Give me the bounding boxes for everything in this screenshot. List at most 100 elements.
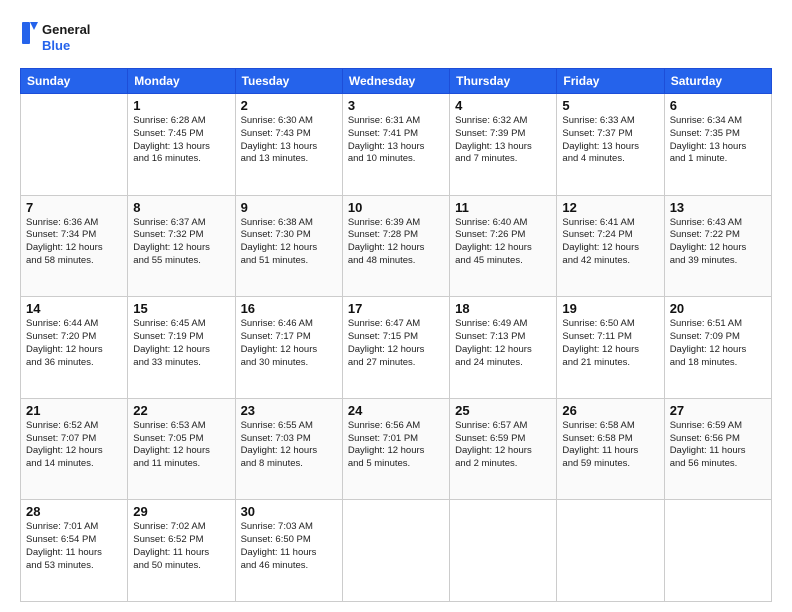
day-detail: Sunrise: 6:57 AM Sunset: 6:59 PM Dayligh… xyxy=(455,420,551,471)
day-detail: Sunrise: 7:01 AM Sunset: 6:54 PM Dayligh… xyxy=(26,521,122,572)
day-number: 6 xyxy=(670,98,766,113)
calendar-week-4: 21 Sunrise: 6:52 AM Sunset: 7:07 PM Dayli… xyxy=(21,398,772,500)
calendar-cell: 12 Sunrise: 6:41 AM Sunset: 7:24 PM Dayli… xyxy=(557,195,664,297)
day-detail: Sunrise: 6:47 AM Sunset: 7:15 PM Dayligh… xyxy=(348,318,444,369)
calendar-cell: 7Sunrise: 6:36 AM Sunset: 7:34 PM Daylig… xyxy=(21,195,128,297)
day-number: 12 xyxy=(562,200,658,215)
day-header-monday: Monday xyxy=(128,69,235,94)
calendar-cell: 8 Sunrise: 6:37 AM Sunset: 7:32 PM Daylig… xyxy=(128,195,235,297)
calendar-cell xyxy=(21,94,128,196)
day-number: 28 xyxy=(26,504,122,519)
day-detail: Sunrise: 6:51 AM Sunset: 7:09 PM Dayligh… xyxy=(670,318,766,369)
day-number: 5 xyxy=(562,98,658,113)
day-number: 8 xyxy=(133,200,229,215)
page: General Blue SundayMondayTuesdayWednesda… xyxy=(0,0,792,612)
day-header-thursday: Thursday xyxy=(450,69,557,94)
calendar-week-1: 1 Sunrise: 6:28 AM Sunset: 7:45 PM Daylig… xyxy=(21,94,772,196)
day-number: 2 xyxy=(241,98,337,113)
calendar-cell: 15 Sunrise: 6:45 AM Sunset: 7:19 PM Dayli… xyxy=(128,297,235,399)
day-detail: Sunrise: 6:31 AM Sunset: 7:41 PM Dayligh… xyxy=(348,115,444,166)
calendar-cell: 30 Sunrise: 7:03 AM Sunset: 6:50 PM Dayli… xyxy=(235,500,342,602)
day-number: 9 xyxy=(241,200,337,215)
day-detail: Sunrise: 6:38 AM Sunset: 7:30 PM Dayligh… xyxy=(241,217,337,268)
calendar-cell: 23 Sunrise: 6:55 AM Sunset: 7:03 PM Dayli… xyxy=(235,398,342,500)
day-number: 23 xyxy=(241,403,337,418)
calendar-cell: 21 Sunrise: 6:52 AM Sunset: 7:07 PM Dayli… xyxy=(21,398,128,500)
day-detail: Sunrise: 7:03 AM Sunset: 6:50 PM Dayligh… xyxy=(241,521,337,572)
calendar-cell: 17 Sunrise: 6:47 AM Sunset: 7:15 PM Dayli… xyxy=(342,297,449,399)
day-detail: Sunrise: 6:43 AM Sunset: 7:22 PM Dayligh… xyxy=(670,217,766,268)
calendar-cell: 29 Sunrise: 7:02 AM Sunset: 6:52 PM Dayli… xyxy=(128,500,235,602)
day-detail: Sunrise: 6:41 AM Sunset: 7:24 PM Dayligh… xyxy=(562,217,658,268)
day-header-saturday: Saturday xyxy=(664,69,771,94)
day-number: 29 xyxy=(133,504,229,519)
day-number: 10 xyxy=(348,200,444,215)
day-detail: Sunrise: 6:40 AM Sunset: 7:26 PM Dayligh… xyxy=(455,217,551,268)
calendar-cell: 1 Sunrise: 6:28 AM Sunset: 7:45 PM Daylig… xyxy=(128,94,235,196)
day-number: 19 xyxy=(562,301,658,316)
day-number: 15 xyxy=(133,301,229,316)
calendar-cell: 14Sunrise: 6:44 AM Sunset: 7:20 PM Dayli… xyxy=(21,297,128,399)
day-number: 14 xyxy=(26,301,122,316)
calendar-cell: 19 Sunrise: 6:50 AM Sunset: 7:11 PM Dayli… xyxy=(557,297,664,399)
day-number: 3 xyxy=(348,98,444,113)
day-detail: Sunrise: 6:45 AM Sunset: 7:19 PM Dayligh… xyxy=(133,318,229,369)
day-number: 24 xyxy=(348,403,444,418)
day-detail: Sunrise: 6:34 AM Sunset: 7:35 PM Dayligh… xyxy=(670,115,766,166)
calendar-cell: 3 Sunrise: 6:31 AM Sunset: 7:41 PM Daylig… xyxy=(342,94,449,196)
day-detail: Sunrise: 6:30 AM Sunset: 7:43 PM Dayligh… xyxy=(241,115,337,166)
calendar-cell: 20 Sunrise: 6:51 AM Sunset: 7:09 PM Dayli… xyxy=(664,297,771,399)
day-number: 21 xyxy=(26,403,122,418)
day-header-tuesday: Tuesday xyxy=(235,69,342,94)
day-number: 16 xyxy=(241,301,337,316)
day-detail: Sunrise: 6:59 AM Sunset: 6:56 PM Dayligh… xyxy=(670,420,766,471)
day-number: 30 xyxy=(241,504,337,519)
calendar-cell: 2 Sunrise: 6:30 AM Sunset: 7:43 PM Daylig… xyxy=(235,94,342,196)
day-detail: Sunrise: 6:55 AM Sunset: 7:03 PM Dayligh… xyxy=(241,420,337,471)
calendar-cell: 24 Sunrise: 6:56 AM Sunset: 7:01 PM Dayli… xyxy=(342,398,449,500)
day-number: 13 xyxy=(670,200,766,215)
day-detail: Sunrise: 7:02 AM Sunset: 6:52 PM Dayligh… xyxy=(133,521,229,572)
day-header-friday: Friday xyxy=(557,69,664,94)
calendar-cell: 26Sunrise: 6:58 AM Sunset: 6:58 PM Dayli… xyxy=(557,398,664,500)
calendar-cell xyxy=(450,500,557,602)
calendar-week-3: 14Sunrise: 6:44 AM Sunset: 7:20 PM Dayli… xyxy=(21,297,772,399)
calendar-cell: 27 Sunrise: 6:59 AM Sunset: 6:56 PM Dayli… xyxy=(664,398,771,500)
day-detail: Sunrise: 6:56 AM Sunset: 7:01 PM Dayligh… xyxy=(348,420,444,471)
logo: General Blue xyxy=(20,16,100,58)
svg-text:General: General xyxy=(42,22,90,37)
day-detail: Sunrise: 6:33 AM Sunset: 7:37 PM Dayligh… xyxy=(562,115,658,166)
logo-svg: General Blue xyxy=(20,16,100,58)
calendar-cell: 6 Sunrise: 6:34 AM Sunset: 7:35 PM Daylig… xyxy=(664,94,771,196)
header: General Blue xyxy=(20,16,772,58)
day-detail: Sunrise: 6:39 AM Sunset: 7:28 PM Dayligh… xyxy=(348,217,444,268)
day-number: 27 xyxy=(670,403,766,418)
svg-text:Blue: Blue xyxy=(42,38,70,53)
day-detail: Sunrise: 6:52 AM Sunset: 7:07 PM Dayligh… xyxy=(26,420,122,471)
calendar-cell xyxy=(557,500,664,602)
day-number: 1 xyxy=(133,98,229,113)
day-detail: Sunrise: 6:50 AM Sunset: 7:11 PM Dayligh… xyxy=(562,318,658,369)
day-number: 25 xyxy=(455,403,551,418)
day-number: 18 xyxy=(455,301,551,316)
day-number: 17 xyxy=(348,301,444,316)
day-detail: Sunrise: 6:32 AM Sunset: 7:39 PM Dayligh… xyxy=(455,115,551,166)
calendar-cell: 10 Sunrise: 6:39 AM Sunset: 7:28 PM Dayli… xyxy=(342,195,449,297)
day-detail: Sunrise: 6:28 AM Sunset: 7:45 PM Dayligh… xyxy=(133,115,229,166)
calendar-cell xyxy=(664,500,771,602)
day-number: 11 xyxy=(455,200,551,215)
calendar-cell: 16 Sunrise: 6:46 AM Sunset: 7:17 PM Dayli… xyxy=(235,297,342,399)
calendar-week-2: 7Sunrise: 6:36 AM Sunset: 7:34 PM Daylig… xyxy=(21,195,772,297)
calendar-table: SundayMondayTuesdayWednesdayThursdayFrid… xyxy=(20,68,772,602)
day-detail: Sunrise: 6:49 AM Sunset: 7:13 PM Dayligh… xyxy=(455,318,551,369)
day-number: 20 xyxy=(670,301,766,316)
calendar-week-5: 28 Sunrise: 7:01 AM Sunset: 6:54 PM Dayli… xyxy=(21,500,772,602)
day-header-sunday: Sunday xyxy=(21,69,128,94)
calendar-cell: 25 Sunrise: 6:57 AM Sunset: 6:59 PM Dayli… xyxy=(450,398,557,500)
day-detail: Sunrise: 6:53 AM Sunset: 7:05 PM Dayligh… xyxy=(133,420,229,471)
day-detail: Sunrise: 6:46 AM Sunset: 7:17 PM Dayligh… xyxy=(241,318,337,369)
calendar-cell: 9 Sunrise: 6:38 AM Sunset: 7:30 PM Daylig… xyxy=(235,195,342,297)
calendar-cell: 5 Sunrise: 6:33 AM Sunset: 7:37 PM Daylig… xyxy=(557,94,664,196)
day-detail: Sunrise: 6:37 AM Sunset: 7:32 PM Dayligh… xyxy=(133,217,229,268)
day-detail: Sunrise: 6:36 AM Sunset: 7:34 PM Dayligh… xyxy=(26,217,122,268)
